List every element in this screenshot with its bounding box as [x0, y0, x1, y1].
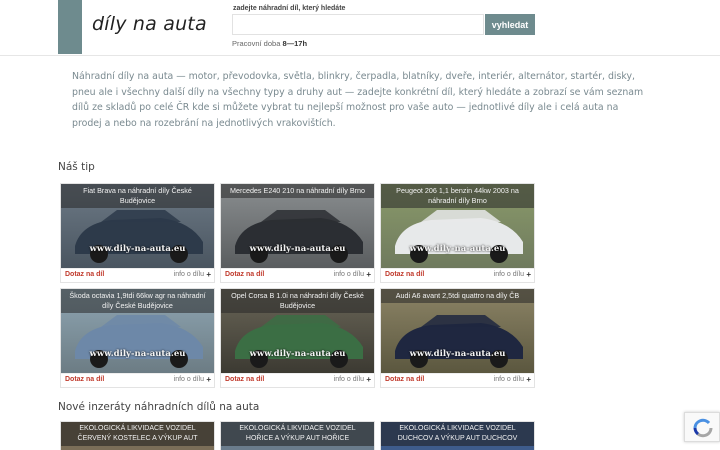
- car-photo[interactable]: Škoda octavia 1,9tdi 66kw agr na náhradn…: [61, 289, 214, 373]
- plus-icon[interactable]: +: [206, 375, 211, 384]
- tip-card[interactable]: Audi A6 avant 2,5tdi quattro na díly ČB w…: [380, 288, 535, 388]
- ask-link[interactable]: Dotaz na díl: [225, 271, 264, 278]
- page: díly na auta zadejte náhradní díl, který…: [0, 0, 720, 450]
- tip-card[interactable]: Peugeot 206 1,1 benzin 44kw 2003 na náhr…: [380, 183, 535, 283]
- recaptcha-icon: [693, 418, 713, 438]
- card-caption: Škoda octavia 1,9tdi 66kw agr na náhradn…: [61, 289, 214, 313]
- watermark: www.dily-na-auta.eu: [249, 244, 346, 254]
- new-ad-caption: Ekologická likvidace vozidel červený Kos…: [61, 422, 214, 446]
- ask-link[interactable]: Dotaz na díl: [65, 271, 104, 278]
- tip-card[interactable]: Fiat Brava na náhradní díly České Budějo…: [60, 183, 215, 283]
- card-footer: Dotaz na díl info o dílu +: [381, 373, 534, 387]
- watermark: www.dily-na-auta.eu: [409, 349, 506, 359]
- car-photo[interactable]: Opel Corsa B 1.0i na náhradní díly České…: [221, 289, 374, 373]
- site-logo[interactable]: díly na auta: [92, 13, 207, 35]
- new-ad-card[interactable]: Ekologická likvidace vozidel červený Kos…: [60, 421, 215, 450]
- search-button[interactable]: vyhledat: [485, 14, 535, 35]
- new-ad-caption: Ekologická likvidace vozidel Hořice a vý…: [221, 422, 374, 446]
- working-hours: Pracovní doba 8—17h: [232, 39, 307, 48]
- card-footer: Dotaz na díl info o dílu +: [221, 373, 374, 387]
- car-photo[interactable]: Peugeot 206 1,1 benzin 44kw 2003 na náhr…: [381, 184, 534, 268]
- card-footer: Dotaz na díl info o dílu +: [61, 268, 214, 282]
- ask-link[interactable]: Dotaz na díl: [385, 376, 424, 383]
- info-link[interactable]: info o dílu: [494, 376, 524, 383]
- watermark: www.dily-na-auta.eu: [89, 349, 186, 359]
- card-footer: Dotaz na díl info o dílu +: [221, 268, 374, 282]
- plus-icon[interactable]: +: [366, 270, 371, 279]
- info-link[interactable]: info o dílu: [334, 271, 364, 278]
- tip-card[interactable]: Mercedes E240 210 na náhradní díly Brno w…: [220, 183, 375, 283]
- tip-card[interactable]: Opel Corsa B 1.0i na náhradní díly České…: [220, 288, 375, 388]
- new-ad-caption: Ekologická likvidace vozidel Duchcov a v…: [381, 422, 534, 446]
- plus-icon[interactable]: +: [206, 270, 211, 279]
- site-header: díly na auta zadejte náhradní díl, který…: [0, 0, 720, 56]
- car-photo[interactable]: Fiat Brava na náhradní díly České Budějo…: [61, 184, 214, 268]
- watermark: www.dily-na-auta.eu: [249, 349, 346, 359]
- ask-link[interactable]: Dotaz na díl: [65, 376, 104, 383]
- card-caption: Audi A6 avant 2,5tdi quattro na díly ČB: [381, 289, 534, 303]
- intro-text: Náhradní díly na auta — motor, převodovk…: [72, 71, 644, 129]
- card-footer: Dotaz na díl info o dílu +: [381, 268, 534, 282]
- new-ad-card[interactable]: Ekologická likvidace vozidel Hořice a vý…: [220, 421, 375, 450]
- watermark: www.dily-na-auta.eu: [89, 244, 186, 254]
- hours-value: 8—17h: [282, 39, 308, 48]
- hours-label: Pracovní doba: [232, 39, 281, 48]
- card-footer: Dotaz na díl info o dílu +: [61, 373, 214, 387]
- watermark: www.dily-na-auta.eu: [409, 244, 506, 254]
- new-ad-card[interactable]: Ekologická likvidace vozidel Duchcov a v…: [380, 421, 535, 450]
- ask-link[interactable]: Dotaz na díl: [385, 271, 424, 278]
- search-caption: zadejte náhradní díl, který hledáte: [233, 5, 346, 12]
- card-caption: Peugeot 206 1,1 benzin 44kw 2003 na náhr…: [381, 184, 534, 208]
- info-link[interactable]: info o dílu: [174, 271, 204, 278]
- car-photo[interactable]: Mercedes E240 210 na náhradní díly Brno w…: [221, 184, 374, 268]
- tip-card[interactable]: Škoda octavia 1,9tdi 66kw agr na náhradn…: [60, 288, 215, 388]
- plus-icon[interactable]: +: [526, 375, 531, 384]
- ask-link[interactable]: Dotaz na díl: [225, 376, 264, 383]
- card-caption: Fiat Brava na náhradní díly České Budějo…: [61, 184, 214, 208]
- plus-icon[interactable]: +: [366, 375, 371, 384]
- card-caption: Opel Corsa B 1.0i na náhradní díly České…: [221, 289, 374, 313]
- tip-section-title: Náš tip: [58, 161, 95, 173]
- car-photo[interactable]: Audi A6 avant 2,5tdi quattro na díly ČB w…: [381, 289, 534, 373]
- recaptcha-badge[interactable]: [684, 412, 720, 442]
- info-link[interactable]: info o dílu: [174, 376, 204, 383]
- plus-icon[interactable]: +: [526, 270, 531, 279]
- info-link[interactable]: info o dílu: [334, 376, 364, 383]
- search-input[interactable]: [232, 14, 484, 35]
- card-caption: Mercedes E240 210 na náhradní díly Brno: [221, 184, 374, 198]
- logo-mark[interactable]: [58, 0, 82, 54]
- info-link[interactable]: info o dílu: [494, 271, 524, 278]
- new-ads-section-title: Nové inzeráty náhradních dílů na auta: [58, 401, 260, 413]
